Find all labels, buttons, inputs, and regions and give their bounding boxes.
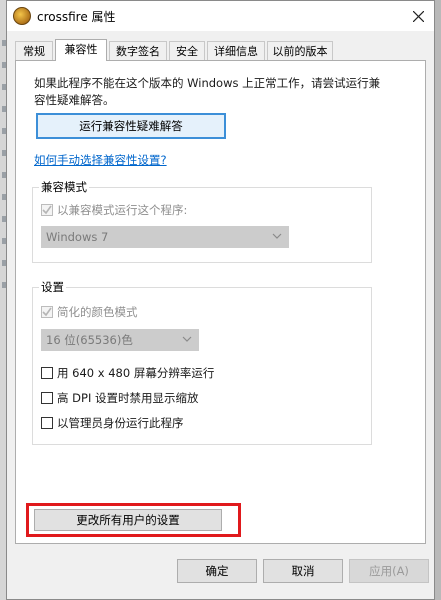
intro-line-1: 如果此程序不能在这个版本的 Windows 上正常工作，请尝试运行兼 bbox=[34, 76, 381, 90]
manual-settings-link[interactable]: 如何手动选择兼容性设置? bbox=[34, 152, 167, 168]
change-all-users-button[interactable]: 更改所有用户的设置 bbox=[34, 509, 222, 531]
disable-dpi-scaling-label: 高 DPI 设置时禁用显示缩放 bbox=[57, 391, 199, 405]
properties-dialog: crossfire 属性 常规 兼容性 数字签名 安全 详细信息 以前的版本 如… bbox=[6, 0, 435, 600]
reduced-color-row: 简化的颜色模式 bbox=[41, 304, 138, 320]
checkmark-icon bbox=[42, 307, 52, 317]
compatibility-panel: 如果此程序不能在这个版本的 Windows 上正常工作，请尝试运行兼 容性疑难解… bbox=[15, 60, 426, 544]
tab-security[interactable]: 安全 bbox=[169, 41, 205, 61]
close-button[interactable] bbox=[402, 1, 434, 31]
os-version-value: Windows 7 bbox=[46, 230, 109, 244]
run-troubleshooter-button[interactable]: 运行兼容性疑难解答 bbox=[36, 113, 226, 139]
window-title: crossfire 属性 bbox=[37, 10, 116, 24]
color-mode-value: 16 位(65536)色 bbox=[46, 333, 133, 347]
run-as-admin-checkbox[interactable] bbox=[41, 417, 53, 429]
disable-dpi-scaling-checkbox[interactable] bbox=[41, 392, 53, 404]
cancel-button[interactable]: 取消 bbox=[263, 559, 343, 583]
tab-previous-versions[interactable]: 以前的版本 bbox=[267, 41, 333, 61]
intro-line-2: 容性疑难解答。 bbox=[34, 93, 115, 107]
disable-dpi-scaling-row: 高 DPI 设置时禁用显示缩放 bbox=[41, 390, 199, 406]
compat-mode-label: 兼容模式 bbox=[39, 179, 89, 195]
tab-details[interactable]: 详细信息 bbox=[207, 41, 265, 61]
chevron-down-icon bbox=[272, 233, 282, 239]
apply-button[interactable]: 应用(A) bbox=[349, 559, 429, 583]
crossfire-icon bbox=[13, 7, 31, 25]
compat-mode-checkbox-row: 以兼容模式运行这个程序: bbox=[41, 202, 187, 218]
compat-mode-checkbox-label: 以兼容模式运行这个程序: bbox=[57, 203, 188, 217]
resolution-640-checkbox[interactable] bbox=[41, 367, 53, 379]
checkmark-icon bbox=[42, 205, 52, 215]
color-mode-select[interactable]: 16 位(65536)色 bbox=[41, 329, 199, 351]
reduced-color-label: 简化的颜色模式 bbox=[57, 305, 138, 319]
title-bar: crossfire 属性 bbox=[7, 1, 434, 31]
run-as-admin-label: 以管理员身份运行此程序 bbox=[57, 416, 184, 430]
close-icon bbox=[413, 11, 424, 22]
tab-digital-signatures[interactable]: 数字签名 bbox=[109, 41, 167, 61]
tab-strip: 常规 兼容性 数字签名 安全 详细信息 以前的版本 bbox=[15, 39, 425, 61]
resolution-640-row: 用 640 x 480 屏幕分辨率运行 bbox=[41, 365, 214, 381]
compat-mode-checkbox[interactable] bbox=[41, 204, 53, 216]
tab-general[interactable]: 常规 bbox=[15, 41, 53, 61]
chevron-down-icon bbox=[182, 336, 192, 342]
reduced-color-checkbox[interactable] bbox=[41, 306, 53, 318]
run-as-admin-row: 以管理员身份运行此程序 bbox=[41, 415, 184, 431]
settings-group: 设置 简化的颜色模式 16 位(65536)色 用 640 x 480 屏幕分辨… bbox=[32, 279, 372, 445]
resolution-640-label: 用 640 x 480 屏幕分辨率运行 bbox=[57, 366, 215, 380]
os-version-select[interactable]: Windows 7 bbox=[41, 226, 289, 248]
compat-mode-group: 兼容模式 以兼容模式运行这个程序: Windows 7 bbox=[32, 179, 372, 263]
settings-label: 设置 bbox=[39, 279, 66, 295]
tab-compatibility[interactable]: 兼容性 bbox=[55, 39, 107, 61]
ok-button[interactable]: 确定 bbox=[177, 559, 257, 583]
intro-text: 如果此程序不能在这个版本的 Windows 上正常工作，请尝试运行兼 容性疑难解… bbox=[34, 75, 414, 109]
